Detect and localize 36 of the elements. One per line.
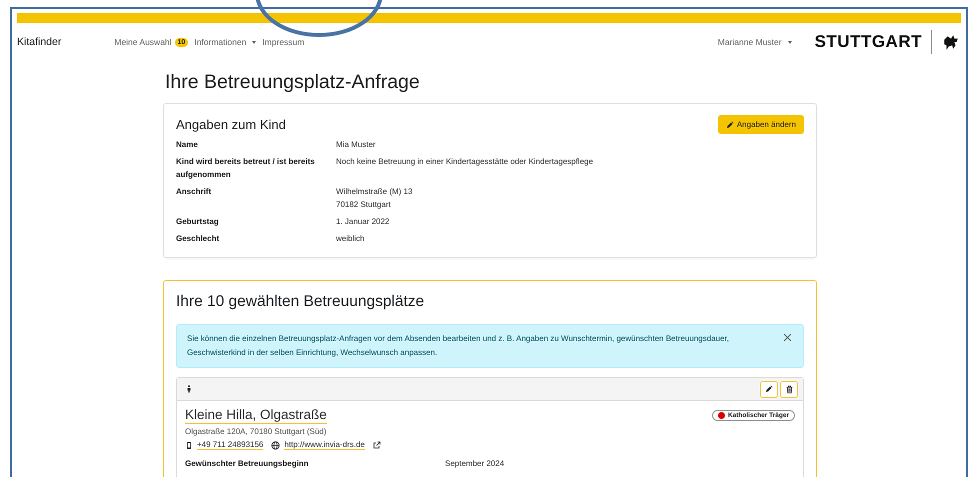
field-label: Geschlecht [176,233,220,245]
external-link-icon [372,441,381,449]
field-label: Kind wird bereits betreut / ist bereits aufgenommen [176,156,316,181]
field-label: Geburtstag [176,216,220,228]
brand-name[interactable]: Kitafinder [17,36,62,48]
pencil-icon [765,385,773,393]
field-value: Wilhelmstraße (M) 13 70182 Stuttgart [336,186,414,211]
edit-button[interactable]: Angaben ändern [718,115,804,134]
phone-icon [185,440,193,450]
field-value: Mia Muster [336,139,377,151]
user-menu[interactable]: Marianne Muster [718,37,792,47]
card-title: Angaben zum Kind [176,117,286,132]
field-value: September 2024 [445,458,506,470]
field-value: weiblich [336,233,366,245]
nav-dropdown[interactable]: Informationen [194,37,256,47]
field-label: Anschrift [176,186,212,198]
place-name[interactable]: Kleine Hilla, Olgastraße [185,407,327,424]
card-title: Ihre 10 gewählten Betreuungsplätze [176,293,426,311]
nav-link[interactable]: Impressum [262,37,304,47]
place-address: Olgastraße 120A, 70180 Stuttgart (Süd) [185,427,328,436]
child-icon [185,384,193,394]
alert-text: Sie können die einzelnen Betreuungsplatz-Anfragen vor dem Absenden bearbeiten und z. B. Angaben zu Wunschtermin, gewünschten Betreuungsdauer, Geschwisterkind in der selben Einrichtung, Wechselwunsch anpassen. [187,333,730,359]
pencil-icon [726,120,734,128]
trash-icon [784,384,794,394]
field-label: Gewünschter Betreuungsbeginn [185,458,310,470]
field-value: 1. Januar 2022 [336,216,390,228]
edit-button[interactable] [760,380,778,398]
globe-icon [271,440,280,450]
page-title: Ihre Betreuungsplatz-Anfrage [165,71,421,94]
delete-button[interactable] [780,380,798,398]
website-link[interactable]: http://www.invia-drs.de [284,440,365,450]
field-value: Noch keine Betreuung in einer Kindertagesstätte oder Kindertagespflege [336,156,594,168]
close-icon[interactable] [782,332,793,343]
field-label: Name [176,139,199,151]
phone-link[interactable]: +49 711 24893156 [197,440,264,450]
city-logo: STUTTGART [814,32,922,52]
